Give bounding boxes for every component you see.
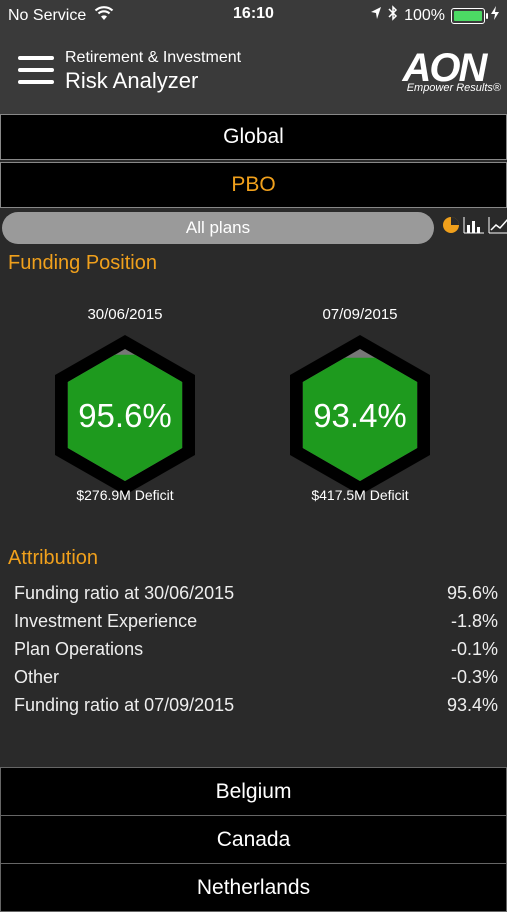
logo-tagline: Empower Results® (406, 82, 501, 94)
attribution-label: Investment Experience (14, 611, 198, 631)
battery-level (454, 10, 482, 21)
attribution-value: 95.6% (446, 583, 498, 603)
funding-gauge-2[interactable]: 07/09/2015 93.4% $417.5M Deficit (280, 306, 440, 503)
plans-row: All plans (0, 212, 507, 246)
hexagon-gauge: 95.6% (55, 335, 195, 495)
country-item-netherlands[interactable]: Netherlands (0, 863, 507, 912)
gauge-value: 95.6% (78, 397, 172, 434)
gauge-date: 30/06/2015 (87, 306, 163, 323)
gauge-deficit: $276.9M Deficit (76, 487, 174, 503)
country-item-canada[interactable]: Canada (0, 815, 507, 864)
attribution-label: Funding ratio at 30/06/2015 (14, 583, 235, 603)
charging-icon (491, 6, 499, 25)
hexagon-gauge: 93.4% (290, 335, 430, 495)
attribution-row: Funding ratio at 07/09/2015 93.4% (14, 695, 498, 721)
attribution-value: -0.1% (450, 639, 498, 659)
menu-button[interactable] (18, 56, 54, 84)
gauge-date: 07/09/2015 (322, 306, 398, 323)
attribution-row: Other -0.3% (14, 667, 498, 693)
gauge-icon[interactable] (442, 216, 460, 239)
attribution-title: Attribution (8, 547, 99, 569)
app-title: Risk Analyzer (65, 68, 199, 93)
location-icon (370, 6, 382, 25)
gauge-value: 93.4% (313, 397, 407, 434)
attribution-row: Plan Operations -0.1% (14, 639, 498, 665)
battery-icon (451, 7, 488, 24)
measure-selector[interactable]: PBO (0, 162, 507, 208)
hamburger-line (18, 68, 54, 72)
attribution-value: -1.8% (450, 611, 498, 631)
region-selector[interactable]: Global (0, 114, 507, 160)
attribution-row: Investment Experience -1.8% (14, 611, 498, 637)
app-header: Retirement & Investment Risk Analyzer AO… (0, 30, 507, 114)
gauge-deficit: $417.5M Deficit (311, 487, 409, 503)
funding-position-title: Funding Position (8, 252, 157, 274)
line-chart-icon[interactable] (488, 216, 507, 239)
battery-percent: 100% (404, 6, 445, 24)
funding-gauge-1[interactable]: 30/06/2015 95.6% $276.9M Deficit (45, 306, 205, 503)
attribution-value: 93.4% (446, 695, 498, 715)
hamburger-line (18, 80, 54, 84)
attribution-row: Funding ratio at 30/06/2015 95.6% (14, 583, 498, 609)
hamburger-line (18, 56, 54, 60)
attribution-label: Plan Operations (14, 639, 144, 659)
attribution-label: Funding ratio at 07/09/2015 (14, 695, 235, 715)
attribution-label: Other (14, 667, 60, 687)
bluetooth-icon (388, 5, 398, 26)
app-subtitle: Retirement & Investment (65, 49, 242, 66)
attribution-value: -0.3% (450, 667, 498, 687)
plans-selector[interactable]: All plans (2, 212, 434, 244)
country-item-belgium[interactable]: Belgium (0, 767, 507, 816)
bar-chart-icon[interactable] (463, 216, 485, 239)
status-bar: No Service 16:10 100% (0, 0, 507, 30)
